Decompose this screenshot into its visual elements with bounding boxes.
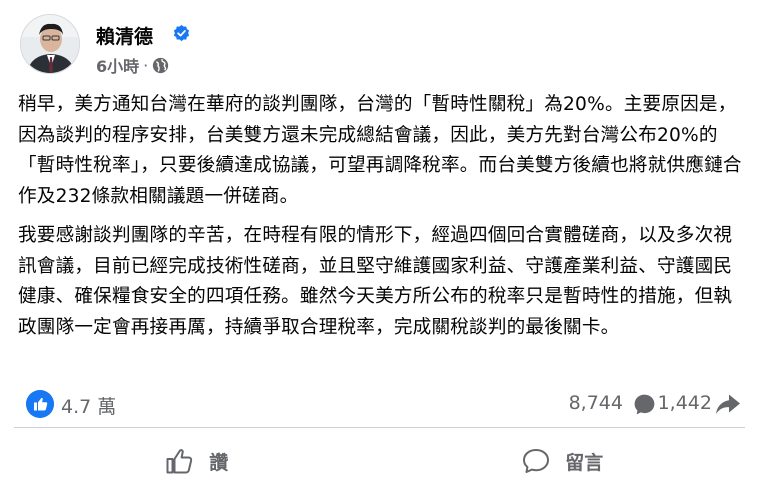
comment-bubble-icon [523, 449, 550, 473]
engagement-stats: 4.7 萬 8,744 1,442 [18, 388, 741, 420]
meta-separator: · [143, 55, 149, 75]
like-button[interactable]: 讚 [14, 432, 380, 490]
reaction-count[interactable]: 4.7 萬 [61, 392, 116, 419]
comment-button[interactable]: 留言 [380, 432, 746, 490]
globe-icon[interactable] [152, 57, 169, 74]
verified-badge-icon [173, 24, 190, 42]
like-label: 讚 [209, 451, 229, 474]
avatar[interactable] [20, 14, 80, 74]
comment-count[interactable]: 8,744 [569, 392, 623, 414]
comment-label: 留言 [565, 451, 604, 474]
share-icon[interactable] [715, 393, 741, 415]
thumbs-up-icon [166, 449, 193, 474]
like-icon[interactable] [26, 390, 54, 418]
divider [14, 427, 745, 428]
post-actions: 讚 留言 [14, 432, 745, 490]
post-time[interactable]: 6小時 [96, 53, 139, 77]
share-count[interactable]: 1,442 [658, 392, 712, 414]
author-name[interactable]: 賴清德 [96, 22, 153, 49]
post-text: 稍早，美方通知台灣在華府的談判團隊，台灣的「暫時性關稅」為20%。主要原因是，因… [18, 90, 748, 343]
post-meta: 6小時 · [96, 53, 169, 77]
post-paragraph: 我要感謝談判團隊的辛苦，在時程有限的情形下，經過四個回合實體磋商，以及多次視訊會… [18, 225, 733, 338]
post-paragraph: 稍早，美方通知台灣在華府的談判團隊，台灣的「暫時性關稅」為20%。主要原因是，因… [18, 94, 742, 207]
comment-icon[interactable] [632, 392, 657, 417]
